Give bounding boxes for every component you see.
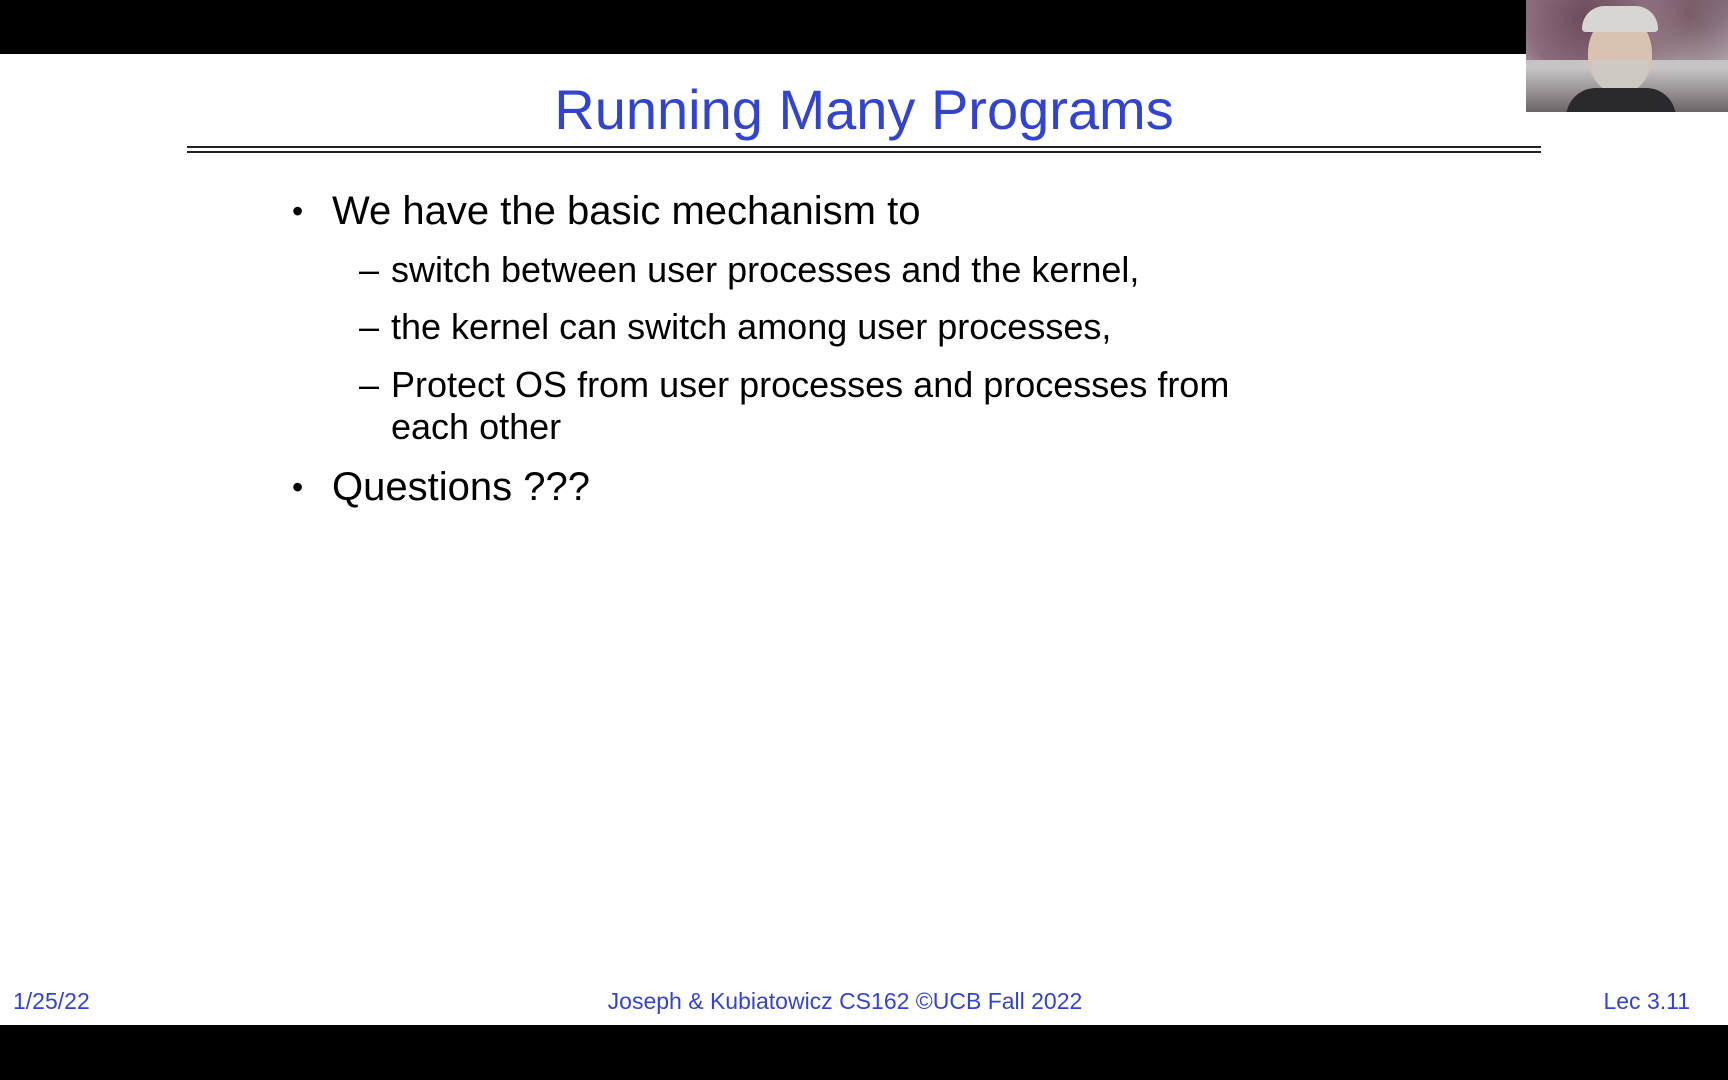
sub-bullet-symbol: –	[359, 364, 380, 405]
title-divider-top	[187, 146, 1541, 148]
bullet-symbol: •	[292, 469, 304, 505]
slide: Running Many Programs • We have the basi…	[0, 54, 1728, 1025]
slide-title: Running Many Programs	[554, 78, 1174, 141]
presenter-cap	[1582, 6, 1658, 32]
sub-bullet-symbol: –	[359, 306, 380, 347]
bullet-symbol: •	[292, 193, 304, 229]
presenter-shirt	[1566, 88, 1676, 112]
sub-bullet-text-line1: Protect OS from user processes and proce…	[391, 364, 1230, 405]
footer-slide-number: Lec 3.11	[1603, 988, 1690, 1014]
sub-bullet-text-line2: each other	[391, 406, 562, 447]
video-frame: Running Many Programs • We have the basi…	[0, 0, 1728, 1080]
sub-bullet-text: the kernel can switch among user process…	[391, 306, 1112, 347]
sub-bullet-symbol: –	[359, 249, 380, 290]
presenter-webcam	[1526, 0, 1728, 112]
sub-bullet-text: switch between user processes and the ke…	[391, 249, 1140, 290]
title-divider-bottom	[187, 151, 1541, 153]
bullet-text: We have the basic mechanism to	[332, 189, 921, 233]
footer-course: Joseph & Kubiatowicz CS162 ©UCB Fall 202…	[607, 988, 1083, 1014]
bullet-text: Questions ???	[332, 465, 590, 509]
